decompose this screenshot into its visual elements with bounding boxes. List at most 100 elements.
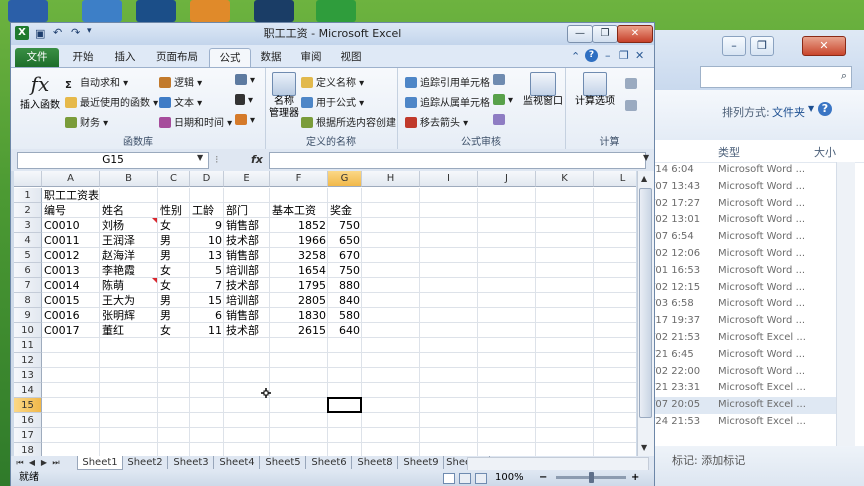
name-box-dropdown-icon[interactable]: ▼ — [197, 153, 203, 162]
cell-e7[interactable]: 技术部 — [224, 278, 270, 293]
row-header-9[interactable]: 9 — [14, 308, 42, 323]
zoom-slider-handle[interactable] — [589, 472, 594, 483]
evaluate-formula-button[interactable] — [493, 114, 508, 126]
row-header-6[interactable]: 6 — [14, 263, 42, 278]
cell-d9[interactable]: 6 — [190, 308, 224, 323]
column-header-c[interactable]: C — [158, 171, 190, 187]
tag-status[interactable]: 标记: 添加标记 — [672, 452, 745, 468]
row-header-16[interactable]: 16 — [14, 413, 42, 428]
row-header-5[interactable]: 5 — [14, 248, 42, 263]
lookup-button[interactable]: ▾ — [235, 74, 255, 86]
cell-d6[interactable]: 5 — [190, 263, 224, 278]
tab-formulas[interactable]: 公式 — [209, 48, 251, 68]
formula-input[interactable] — [269, 152, 646, 169]
cell-e10[interactable]: 技术部 — [224, 323, 270, 338]
cell-b3[interactable]: 刘杨 — [100, 218, 158, 233]
cell-a9[interactable]: C0016 — [42, 308, 100, 323]
column-header-k[interactable]: K — [536, 171, 594, 187]
cell-c6[interactable]: 女 — [158, 263, 190, 278]
explorer-file-row[interactable]: /07 13:43 Microsoft Word ... — [640, 179, 836, 196]
explorer-file-row[interactable]: /21 6:45 Microsoft Word ... — [640, 347, 836, 364]
cell-b10[interactable]: 董红 — [100, 323, 158, 338]
next-sheet-icon[interactable]: ▶ — [39, 457, 49, 469]
cell-d5[interactable]: 13 — [190, 248, 224, 263]
explorer-minimize-button[interactable]: – — [722, 36, 746, 56]
cell-c7[interactable]: 女 — [158, 278, 190, 293]
column-header-b[interactable]: B — [100, 171, 158, 187]
tab-file[interactable]: 文件 — [15, 48, 59, 67]
explorer-file-row[interactable]: /07 6:54 Microsoft Word ... — [640, 229, 836, 246]
restore-button[interactable]: ❐ — [592, 25, 618, 43]
row-header-14[interactable]: 14 — [14, 383, 42, 398]
error-checking-button[interactable]: ▾ — [493, 94, 513, 106]
explorer-file-row[interactable]: /02 13:01 Microsoft Word ... — [640, 212, 836, 229]
page-layout-view-icon[interactable] — [459, 473, 471, 484]
row-header-17[interactable]: 17 — [14, 428, 42, 443]
explorer-file-row[interactable]: /02 12:15 Microsoft Word ... — [640, 280, 836, 297]
explorer-file-row[interactable]: /14 6:04 Microsoft Word ... — [640, 162, 836, 179]
cell-a6[interactable]: C0013 — [42, 263, 100, 278]
tab-data[interactable]: 数据 — [253, 48, 289, 67]
column-header-f[interactable]: F — [270, 171, 328, 187]
tab-insert[interactable]: 插入 — [107, 48, 143, 67]
column-header-h[interactable]: H — [362, 171, 420, 187]
desktop-shortcut-icon[interactable] — [8, 0, 48, 22]
vertical-scrollbar[interactable]: ▲ ▼ — [637, 171, 654, 456]
column-header-g[interactable]: G — [328, 171, 362, 187]
prev-sheet-icon[interactable]: ◀ — [27, 457, 37, 469]
column-header-j[interactable]: J — [478, 171, 536, 187]
cell-a2[interactable]: 编号 — [42, 203, 100, 218]
cell-c10[interactable]: 女 — [158, 323, 190, 338]
sheet-tab-sheet3[interactable]: Sheet3 — [169, 456, 214, 469]
scroll-up-icon[interactable]: ▲ — [641, 174, 647, 183]
explorer-file-row[interactable]: /21 23:31 Microsoft Excel ... — [640, 380, 836, 397]
cell-g10[interactable]: 640 — [328, 323, 362, 338]
sheet-tab-sheet6[interactable]: Sheet6 — [307, 456, 352, 469]
cell-g9[interactable]: 580 — [328, 308, 362, 323]
active-cell-cursor[interactable] — [327, 397, 362, 413]
text-button[interactable]: 文本 ▾ — [159, 94, 202, 109]
explorer-file-row[interactable]: /17 19:37 Microsoft Word ... — [640, 313, 836, 330]
sheet-tab-sheet8[interactable]: Sheet8 — [353, 456, 398, 469]
cell-e8[interactable]: 培训部 — [224, 293, 270, 308]
desktop-shortcut-icon[interactable] — [136, 0, 176, 22]
cell-a4[interactable]: C0011 — [42, 233, 100, 248]
cell-a3[interactable]: C0010 — [42, 218, 100, 233]
cell-b2[interactable]: 姓名 — [100, 203, 158, 218]
cell-a10[interactable]: C0017 — [42, 323, 100, 338]
datetime-button[interactable]: 日期和时间 ▾ — [159, 114, 232, 129]
explorer-file-row[interactable]: /02 21:53 Microsoft Excel ... — [640, 330, 836, 347]
recently-used-button[interactable]: 最近使用的函数 ▾ — [65, 94, 158, 109]
close-button[interactable]: ✕ — [617, 25, 653, 43]
select-all-corner[interactable] — [14, 171, 42, 187]
cell-g5[interactable]: 670 — [328, 248, 362, 263]
tab-page-layout[interactable]: 页面布局 — [149, 48, 205, 67]
row-header-11[interactable]: 11 — [14, 338, 42, 353]
insert-function-button[interactable]: fx 插入函数 — [19, 72, 61, 111]
normal-view-icon[interactable] — [443, 473, 455, 484]
cell-e3[interactable]: 销售部 — [224, 218, 270, 233]
row-header-12[interactable]: 12 — [14, 353, 42, 368]
cell-d3[interactable]: 9 — [190, 218, 224, 233]
cell-f6[interactable]: 1654 — [270, 263, 328, 278]
desktop-shortcut-icon[interactable] — [190, 0, 230, 22]
cell-c4[interactable]: 男 — [158, 233, 190, 248]
cell-f4[interactable]: 1966 — [270, 233, 328, 248]
cell-e9[interactable]: 销售部 — [224, 308, 270, 323]
calculation-options-button[interactable]: 计算选项 — [569, 72, 621, 108]
desktop-shortcut-icon[interactable] — [316, 0, 356, 22]
column-header-i[interactable]: I — [420, 171, 478, 187]
trace-dependents-button[interactable]: 追踪从属单元格 — [405, 94, 490, 109]
cell-d2[interactable]: 工龄 — [190, 203, 224, 218]
scroll-down-icon[interactable]: ▼ — [641, 443, 647, 452]
insert-function-icon[interactable]: fx — [251, 152, 267, 167]
cell-d7[interactable]: 7 — [190, 278, 224, 293]
financial-button[interactable]: 财务 ▾ — [65, 114, 108, 129]
watch-window-button[interactable]: 监视窗口 — [521, 72, 565, 108]
cell-f7[interactable]: 1795 — [270, 278, 328, 293]
column-header-l[interactable]: L — [594, 171, 636, 187]
logical-button[interactable]: 逻辑 ▾ — [159, 74, 202, 89]
comment-indicator-icon[interactable] — [152, 278, 157, 283]
cell-e6[interactable]: 培训部 — [224, 263, 270, 278]
comment-indicator-icon[interactable] — [152, 218, 157, 223]
